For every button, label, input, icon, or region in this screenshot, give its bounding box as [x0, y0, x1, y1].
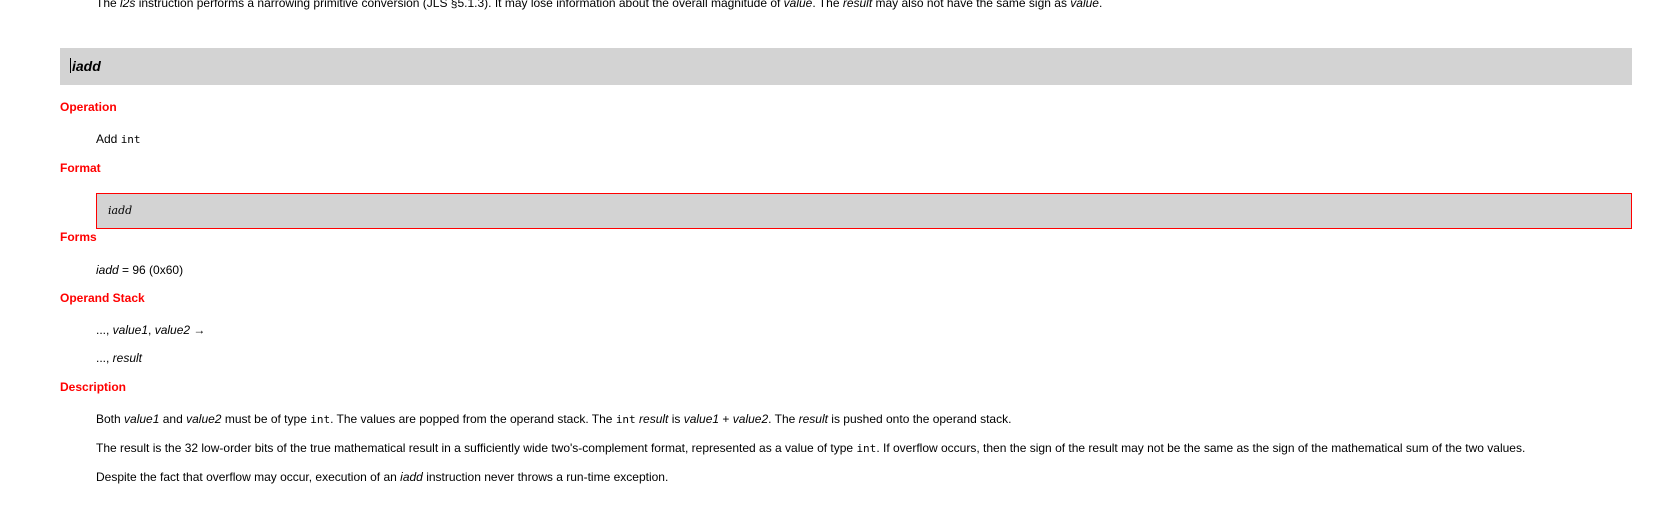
operand-stack-heading: Operand Stack — [60, 291, 145, 305]
text-caret — [70, 58, 71, 73]
desc-text: is — [668, 412, 684, 426]
forms-opcode-value: = 96 (0x60) — [118, 263, 184, 277]
forms-heading: Forms — [60, 230, 97, 244]
stack-result: result — [112, 351, 143, 365]
section-title: iadd — [70, 58, 101, 74]
operand-stack-before: ..., value1, value2 → — [96, 323, 205, 337]
desc-text: . The — [768, 412, 799, 426]
stack-separator: , — [148, 323, 155, 337]
desc-value2: value2 — [732, 412, 769, 426]
description-heading: Description — [60, 380, 127, 394]
forms-opcode-name: iadd — [96, 263, 119, 277]
section-title-text: iadd — [72, 58, 101, 74]
desc-instruction: iadd — [400, 470, 423, 484]
top-note-value: value — [783, 0, 813, 10]
top-note-text: may also not have the same sign as — [872, 0, 1071, 10]
operation-heading: Operation — [60, 100, 117, 114]
desc-result: result — [639, 412, 669, 426]
description-paragraph-3: Despite the fact that overflow may occur… — [96, 470, 668, 484]
top-note-text: instruction performs a narrowing primiti… — [135, 0, 784, 10]
desc-text: The result is the 32 low-order bits of t… — [96, 441, 857, 455]
arrow-icon: → — [190, 323, 206, 337]
desc-text: must be of type — [221, 412, 311, 426]
desc-text: . The values are popped from the operand… — [330, 412, 616, 426]
format-heading: Format — [60, 161, 101, 175]
format-box: iadd — [96, 193, 1632, 229]
description-paragraph-1: Both value1 and value2 must be of type i… — [96, 412, 1011, 427]
operation-type-code: int — [120, 133, 141, 146]
desc-result: result — [798, 412, 828, 426]
desc-text: . If overflow occurs, then the sign of t… — [876, 441, 1526, 455]
desc-value1: value1 — [124, 412, 160, 426]
desc-text: + — [719, 412, 733, 426]
desc-text: is pushed onto the operand stack. — [827, 412, 1012, 426]
top-note-text: . — [1098, 0, 1103, 10]
desc-type-code: int — [310, 413, 331, 426]
forms-text: iadd = 96 (0x60) — [96, 263, 183, 277]
desc-text: Both — [96, 412, 125, 426]
top-note-value: value — [1070, 0, 1099, 10]
desc-text: and — [159, 412, 187, 426]
top-note-instruction: l2s — [120, 0, 136, 10]
format-code: iadd — [108, 204, 133, 217]
operand-stack-after: ..., result — [96, 351, 142, 365]
section-header: iadd — [60, 48, 1632, 85]
stack-prefix: ..., — [96, 323, 113, 337]
stack-prefix: ..., — [96, 351, 113, 365]
stack-value2: value2 — [154, 323, 191, 337]
desc-value1: value1 — [683, 412, 720, 426]
desc-value2: value2 — [186, 412, 222, 426]
stack-value1: value1 — [112, 323, 149, 337]
top-note-result: result — [842, 0, 873, 10]
description-paragraph-2: The result is the 32 low-order bits of t… — [96, 441, 1525, 456]
operation-text: Add int — [96, 132, 141, 147]
desc-text: Despite the fact that overflow may occur… — [96, 470, 401, 484]
top-note-text: . The — [812, 0, 843, 10]
desc-type-code: int — [615, 413, 636, 426]
top-note-text: The — [96, 0, 121, 10]
desc-text: instruction never throws a run-time exce… — [422, 470, 669, 484]
operation-label: Add — [96, 132, 121, 146]
top-note-paragraph: The l2s instruction performs a narrowing… — [96, 0, 1102, 10]
desc-type-code: int — [856, 442, 877, 455]
